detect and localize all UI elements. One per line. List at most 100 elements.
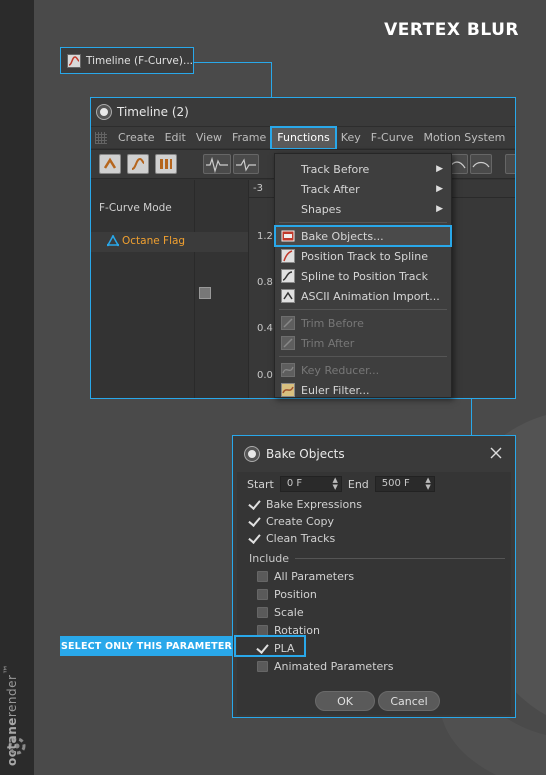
- option-label: Create Copy: [266, 515, 334, 528]
- blank-icon: [281, 202, 295, 216]
- create-copy-option[interactable]: Create Copy: [249, 515, 334, 528]
- end-label: End: [347, 477, 369, 491]
- menu-view[interactable]: View: [191, 127, 227, 149]
- dialog-title: Bake Objects: [266, 447, 345, 461]
- object-icon: [107, 235, 119, 247]
- more-tools-button[interactable]: [505, 154, 515, 174]
- spin-arrows-icon[interactable]: ▲ ▼: [332, 477, 337, 491]
- y-tick: 1.2: [257, 231, 273, 242]
- checkbox-checked-icon[interactable]: [249, 499, 260, 510]
- blank-icon: [281, 162, 295, 176]
- menu-item-label: Bake Objects...: [301, 229, 384, 243]
- menu-motion-system[interactable]: Motion System: [419, 127, 511, 149]
- menu-item-spline-to-position-track[interactable]: Spline to Position Track: [275, 266, 451, 286]
- object-list: F-Curve Mode Octane Flag: [91, 180, 249, 398]
- grip-icon[interactable]: [95, 131, 107, 144]
- start-label: Start: [247, 477, 274, 491]
- option-label: All Parameters: [274, 570, 355, 583]
- ok-button[interactable]: OK: [315, 691, 375, 711]
- menu-separator: [279, 356, 447, 357]
- start-field[interactable]: 0 F ▲ ▼: [279, 476, 342, 492]
- bake-objects-dialog: Bake Objects Start 0 F ▲ ▼ End 500 F ▲ ▼ B…: [232, 435, 516, 718]
- menu-key[interactable]: Key: [336, 127, 366, 149]
- menu-item-trim-after: Trim After: [275, 333, 451, 353]
- dopesheet-button[interactable]: [99, 154, 121, 174]
- checkbox-icon[interactable]: [257, 571, 268, 582]
- curve-tool-button-2[interactable]: [233, 154, 259, 174]
- menu-item-trim-before: Trim Before: [275, 313, 451, 333]
- include-all-parameters[interactable]: All Parameters: [257, 570, 354, 583]
- include-position[interactable]: Position: [257, 588, 317, 601]
- tag-icon[interactable]: [199, 287, 211, 299]
- include-group-label: Include: [249, 552, 290, 565]
- submenu-arrow-icon: ▶: [436, 204, 443, 214]
- tangent-icon: [472, 161, 490, 168]
- menu-item-bake-objects[interactable]: Bake Objects...: [274, 225, 452, 247]
- option-label: Scale: [274, 606, 304, 619]
- menu-item-label: Position Track to Spline: [301, 249, 428, 263]
- pla-highlight: [234, 635, 306, 657]
- motion-mode-button[interactable]: [155, 154, 177, 174]
- menu-separator: [279, 309, 447, 310]
- menu-item-shapes[interactable]: Shapes ▶: [275, 199, 451, 219]
- include-scale[interactable]: Scale: [257, 606, 304, 619]
- menu-item-track-before[interactable]: Track Before ▶: [275, 159, 451, 179]
- wave-icon: [236, 158, 256, 172]
- spline-track-icon: [281, 269, 295, 283]
- include-animated-parameters[interactable]: Animated Parameters: [257, 660, 394, 673]
- checkbox-checked-icon[interactable]: [249, 516, 260, 527]
- menu-item-label: Track After: [301, 182, 360, 196]
- menu-fcurve[interactable]: F-Curve: [366, 127, 419, 149]
- fcurve-mode-label: F-Curve Mode: [99, 202, 172, 214]
- end-field[interactable]: 500 F ▲ ▼: [374, 476, 435, 492]
- submenu-arrow-icon: ▶: [436, 184, 443, 194]
- cancel-button[interactable]: Cancel: [378, 691, 440, 711]
- tangent-tool-button-2[interactable]: [470, 154, 492, 174]
- menu-create[interactable]: Create: [113, 127, 160, 149]
- fcurve-mode-button[interactable]: [127, 154, 149, 174]
- object-name: Octane Flag: [122, 235, 186, 247]
- bake-expressions-option[interactable]: Bake Expressions: [249, 498, 362, 511]
- wave-icon: [206, 157, 228, 173]
- checkbox-icon[interactable]: [257, 589, 268, 600]
- y-tick: 0.0: [257, 370, 273, 381]
- checkbox-checked-icon[interactable]: [249, 533, 260, 544]
- close-icon[interactable]: [489, 446, 503, 460]
- menu-item-ascii-import[interactable]: ASCII Animation Import...: [275, 286, 451, 306]
- checkbox-icon[interactable]: [257, 607, 268, 618]
- submenu-arrow-icon: ▶: [436, 164, 443, 174]
- menu-functions[interactable]: Functions: [270, 125, 337, 150]
- timeline-menubar: Create Edit View Frame Functions Key F-C…: [91, 125, 515, 150]
- blank-icon: [281, 182, 295, 196]
- motion-clip-icon: [160, 159, 172, 169]
- track-spline-icon: [281, 249, 295, 263]
- timeline-titlebar: Timeline (2): [91, 98, 515, 126]
- menu-frame[interactable]: Frame: [227, 127, 271, 149]
- brand-wordmark: octanerender™: [3, 664, 19, 766]
- option-label: Position: [274, 588, 317, 601]
- page-title: VERTEX BLUR: [384, 20, 519, 40]
- option-label: Animated Parameters: [274, 660, 394, 673]
- trim-after-icon: [281, 336, 295, 350]
- fcurve-icon: [67, 53, 81, 68]
- y-tick: 0.8: [257, 277, 273, 288]
- keyframe-icon: [103, 157, 117, 169]
- menu-separator: [279, 222, 447, 223]
- menu-item-label: Track Before: [301, 162, 370, 176]
- menu-item-euler-filter[interactable]: Euler Filter...: [275, 380, 451, 400]
- key-reducer-icon: [281, 363, 295, 377]
- menu-item-label: Key Reducer...: [301, 363, 380, 377]
- curve-tool-button[interactable]: [203, 154, 231, 174]
- menu-edit[interactable]: Edit: [160, 127, 191, 149]
- connector-line: [271, 62, 272, 97]
- checkbox-icon[interactable]: [257, 661, 268, 672]
- timeline-fcurve-button[interactable]: Timeline (F-Curve)...: [60, 47, 194, 74]
- menu-item-position-track-to-spline[interactable]: Position Track to Spline: [275, 246, 451, 266]
- spin-arrows-icon[interactable]: ▲ ▼: [425, 477, 430, 491]
- object-label: Octane Flag: [107, 235, 185, 247]
- object-row[interactable]: Octane Flag: [91, 232, 248, 299]
- clean-tracks-option[interactable]: Clean Tracks: [249, 532, 335, 545]
- functions-menu: Track Before ▶ Track After ▶ Shapes ▶ Ba…: [274, 153, 452, 398]
- menu-item-track-after[interactable]: Track After ▶: [275, 179, 451, 199]
- menu-item-label: Euler Filter...: [301, 383, 370, 397]
